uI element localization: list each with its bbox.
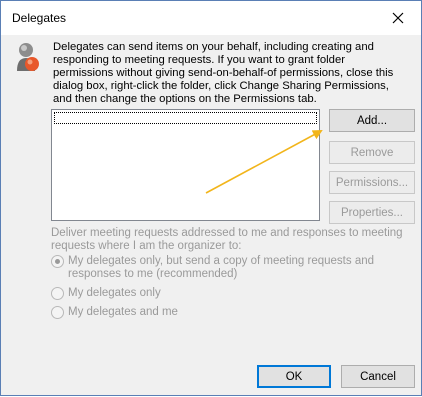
deliver-label-line: Deliver meeting requests addressed to me…	[51, 227, 403, 239]
radio-label: My delegates only	[68, 287, 161, 299]
radio-button[interactable]	[51, 255, 64, 268]
radio-label-line: My delegates only, but send a copy of me…	[68, 255, 375, 267]
close-button[interactable]	[375, 1, 421, 35]
cancel-button[interactable]: Cancel	[341, 365, 415, 388]
radio-delegates-only[interactable]: My delegates only	[51, 287, 161, 300]
close-icon	[392, 12, 404, 24]
intro-line: permissions without giving send-on-behal…	[53, 67, 394, 79]
radio-delegates-only-with-copy[interactable]: My delegates only, but send a copy of me…	[51, 255, 374, 281]
intro-text: Delegates can send items on your behalf,…	[53, 41, 413, 106]
remove-button[interactable]: Remove	[329, 141, 415, 164]
delegates-person-icon	[17, 43, 39, 71]
radio-button[interactable]	[51, 306, 64, 319]
intro-line: dialog box, right-click the folder, clic…	[53, 80, 389, 92]
title-bar: Delegates	[1, 1, 421, 35]
intro-line: and then change the options on the Permi…	[53, 93, 317, 105]
deliver-meeting-requests-label: Deliver meeting requests addressed to me…	[51, 227, 411, 253]
intro-line: Delegates can send items on your behalf,…	[53, 41, 374, 53]
properties-button[interactable]: Properties...	[329, 201, 415, 224]
radio-label: My delegates only, but send a copy of me…	[68, 255, 374, 281]
window-title: Delegates	[12, 11, 67, 25]
deliver-label-line: requests where I am the organizer to:	[51, 240, 242, 252]
intro-line: responding to meeting requests. If you w…	[53, 54, 346, 66]
list-focus-indicator	[54, 112, 317, 124]
radio-delegates-and-me[interactable]: My delegates and me	[51, 306, 178, 319]
radio-button[interactable]	[51, 287, 64, 300]
radio-label-line: responses to me (recommended)	[68, 268, 238, 280]
delegates-dialog: Delegates Delegates can send items on yo…	[0, 0, 422, 396]
permissions-button[interactable]: Permissions...	[329, 171, 415, 194]
radio-label: My delegates and me	[68, 306, 178, 318]
add-button[interactable]: Add...	[329, 109, 415, 132]
delegates-list[interactable]	[51, 109, 320, 221]
ok-button[interactable]: OK	[257, 365, 331, 388]
